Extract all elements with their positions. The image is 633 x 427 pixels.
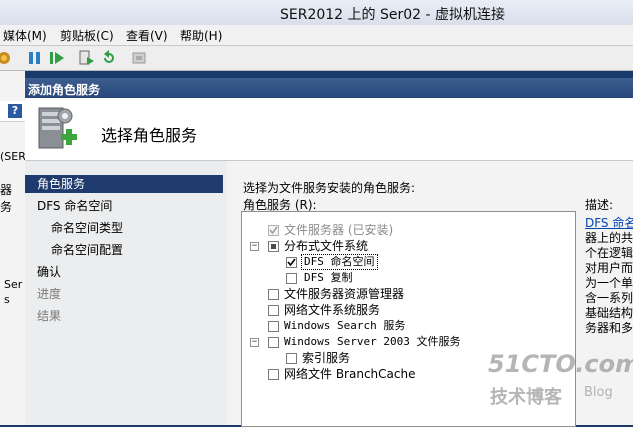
collapse-icon[interactable]: − bbox=[250, 338, 259, 347]
tree-row-windows-search[interactable]: Windows Search 服务 bbox=[242, 318, 572, 334]
checkbox-ws2003 bbox=[268, 337, 279, 348]
tree-label: 文件服务器 (已安装) bbox=[284, 223, 394, 237]
tree-row-dfs-namespaces[interactable]: DFS 命名空间 bbox=[242, 254, 572, 270]
checkbox-dfs-replication bbox=[286, 273, 297, 284]
background-toolbar: ? bbox=[0, 101, 25, 122]
instruction-text: 选择为文件服务安装的角色服务: bbox=[243, 181, 416, 195]
enhanced-session-icon[interactable] bbox=[130, 49, 148, 67]
nav-item-dfs-namespaces[interactable]: DFS 命名空间 bbox=[25, 197, 223, 215]
description-line: 器上的共 bbox=[585, 231, 633, 245]
collapse-icon[interactable]: − bbox=[250, 242, 259, 251]
revert-icon[interactable] bbox=[100, 49, 118, 67]
nav-item-results: 结果 bbox=[37, 309, 62, 323]
menu-help[interactable]: 帮助(H) bbox=[180, 27, 222, 44]
tree-label: Windows Search 服务 bbox=[284, 319, 406, 332]
background-text: 务 bbox=[0, 200, 13, 214]
tree-row-nfs[interactable]: 网络文件系统服务 bbox=[242, 302, 572, 318]
vm-menubar: 媒体(M) 剪贴板(C) 查看(V) 帮助(H) bbox=[0, 25, 633, 46]
checkbox-dfs-namespaces bbox=[286, 257, 297, 268]
watermark-site: 51CTO.com bbox=[488, 350, 633, 378]
menu-view[interactable]: 查看(V) bbox=[126, 27, 168, 44]
tree-label: 网络文件 BranchCache bbox=[284, 367, 416, 381]
tree-row-dfs-replication[interactable]: DFS 复制 bbox=[242, 270, 572, 286]
checkbox-file-server bbox=[268, 225, 279, 236]
page-title: 选择角色服务 bbox=[101, 126, 198, 145]
nav-item-confirmation[interactable]: 确认 bbox=[25, 263, 223, 281]
checkpoint-icon[interactable] bbox=[78, 49, 96, 67]
tree-label: 分布式文件系统 bbox=[284, 239, 369, 253]
nav-item-namespace-config[interactable]: 命名空间配置 bbox=[25, 241, 223, 259]
background-text: Ser bbox=[4, 278, 23, 291]
vm-window-titlebar: SER2012 上的 Ser02 - 虚拟机连接 bbox=[0, 0, 633, 28]
tree-label: 网络文件系统服务 bbox=[284, 303, 381, 317]
watermark-blog: Blog bbox=[584, 385, 613, 400]
dialog-titlebar[interactable]: 添加角色服务 bbox=[25, 78, 633, 98]
server-roles-icon bbox=[35, 104, 79, 154]
nav-item-role-services[interactable]: 角色服务 bbox=[25, 175, 223, 193]
description-line: 基础结构 bbox=[585, 306, 633, 320]
dialog-title: 添加角色服务 bbox=[28, 83, 101, 97]
vm-window-title: SER2012 上的 Ser02 - 虚拟机连接 bbox=[280, 7, 506, 23]
description-line: 为一个单 bbox=[585, 276, 633, 290]
tree-label: DFS 命名空间 bbox=[301, 254, 378, 270]
checkbox-nfs bbox=[268, 305, 279, 316]
checkbox-branchcache bbox=[268, 369, 279, 380]
checkbox-windows-search bbox=[268, 321, 279, 332]
power-icon[interactable] bbox=[0, 49, 18, 67]
tree-row-ws2003[interactable]: − Windows Server 2003 文件服务 bbox=[242, 334, 572, 350]
wizard-nav: 角色服务 DFS 命名空间 命名空间类型 命名空间配置 确认 进度 结果 bbox=[25, 161, 227, 425]
checkbox-dfs bbox=[268, 241, 279, 252]
tree-label: DFS 复制 bbox=[304, 271, 353, 284]
tree-label: 索引服务 bbox=[302, 351, 351, 365]
tree-label: 文件服务器资源管理器 bbox=[284, 287, 405, 301]
background-text: 器 bbox=[0, 183, 13, 197]
tree-row-file-server[interactable]: 文件服务器 (已安装) bbox=[242, 222, 572, 238]
menu-clipboard[interactable]: 剪贴板(C) bbox=[60, 27, 114, 44]
background-window-strip: ? (SER 器 务 Ser s bbox=[0, 71, 26, 425]
background-text: (SER bbox=[0, 150, 26, 163]
checkbox-fsrm bbox=[268, 289, 279, 300]
description-line: 个在逻辑 bbox=[585, 246, 633, 260]
nav-item-progress: 进度 bbox=[37, 287, 62, 301]
dialog-header: 选择角色服务 bbox=[25, 98, 633, 161]
description-link[interactable]: DFS 命名 bbox=[585, 216, 633, 231]
description-line: 含一系列 bbox=[585, 291, 633, 305]
description-line: 务器和多 bbox=[585, 321, 633, 335]
description-panel: DFS 命名 器上的共 个在逻辑 对用户而 为一个单 含一系列 基础结构 务器和… bbox=[585, 216, 633, 336]
help-icon[interactable]: ? bbox=[8, 104, 22, 118]
background-text: s bbox=[4, 293, 10, 306]
watermark: 51CTO.com 技术博客 Blog bbox=[488, 350, 633, 410]
nav-item-namespace-type[interactable]: 命名空间类型 bbox=[25, 219, 223, 237]
start-icon[interactable] bbox=[48, 49, 66, 67]
watermark-sub: 技术博客 bbox=[490, 387, 562, 408]
tree-label: Windows Server 2003 文件服务 bbox=[284, 335, 461, 348]
pause-icon[interactable] bbox=[26, 49, 44, 67]
tree-row-dfs[interactable]: − 分布式文件系统 bbox=[242, 238, 572, 254]
tree-row-fsrm[interactable]: 文件服务器资源管理器 bbox=[242, 286, 572, 302]
description-label: 描述: bbox=[585, 198, 614, 212]
checkbox-indexing bbox=[286, 353, 297, 364]
menu-media[interactable]: 媒体(M) bbox=[3, 27, 47, 44]
description-line: 对用户而 bbox=[585, 261, 633, 275]
vm-toolbar bbox=[0, 46, 633, 71]
